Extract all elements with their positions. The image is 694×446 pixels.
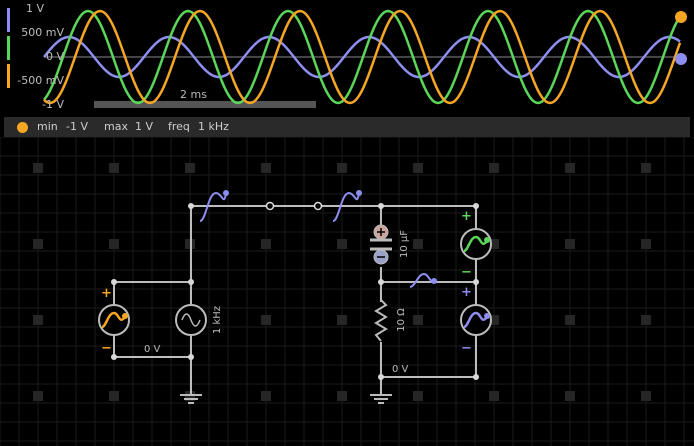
green-channel-marker [7,36,10,60]
scope-plot[interactable] [0,0,694,112]
max-label: max [104,120,128,133]
source-frequency-label: 1 kHz [212,306,223,334]
time-scale-label: 2 ms [180,88,207,101]
blue-trace-handle[interactable] [675,53,687,65]
scope-status-bar: min -1 V max 1 V freq 1 kHz [4,117,690,137]
min-value: -1 V [66,120,88,133]
circuit-canvas[interactable]: + − 1 kHz 10 µF 10 Ω + − + − 0 V 0 V [0,137,694,446]
ground-symbol [370,394,392,404]
y-label-500mv: 500 mV [21,26,64,39]
capacitor-value-label: 10 µF [399,230,410,258]
y-label-neg500mv: -500 mV [17,74,64,87]
min-label: min [37,120,58,133]
orange-channel-marker [7,64,10,88]
y-label-neg1v: -1 V [42,98,64,111]
freq-value: 1 kHz [198,120,229,133]
freq-label: freq [168,120,190,133]
max-value: 1 V [135,120,154,133]
resistor-value-label: 10 Ω [396,308,407,332]
probe-minus-sign: − [101,341,112,356]
scope-time-scale-bar[interactable] [94,101,316,108]
ac-voltage-source[interactable]: 1 kHz [175,304,223,336]
probe-minus-sign: − [461,265,472,280]
probe-icon[interactable] [409,272,437,288]
probe-plus-sign: + [461,285,472,300]
wires [113,205,477,395]
orange-trace-handle[interactable] [675,11,687,23]
y-label-1v: 1 V [25,2,44,15]
blue-channel-marker [7,8,10,32]
junction-nodes [111,203,479,380]
probe-minus-sign: − [461,341,472,356]
probe-plus-sign: + [461,209,472,224]
oscilloscope-panel[interactable]: 1 V 500 mV 0 V -500 mV -1 V 2 ms [0,0,694,112]
probe-color-dot[interactable] [17,122,28,133]
node-voltage-label: 0 V [392,364,409,375]
capacitor[interactable]: 10 µF [369,224,410,267]
resistor[interactable]: 10 Ω [371,299,407,342]
node-voltage-label: 0 V [144,344,161,355]
y-label-0v: 0 V [45,50,64,63]
probe-plus-sign: + [101,286,112,301]
